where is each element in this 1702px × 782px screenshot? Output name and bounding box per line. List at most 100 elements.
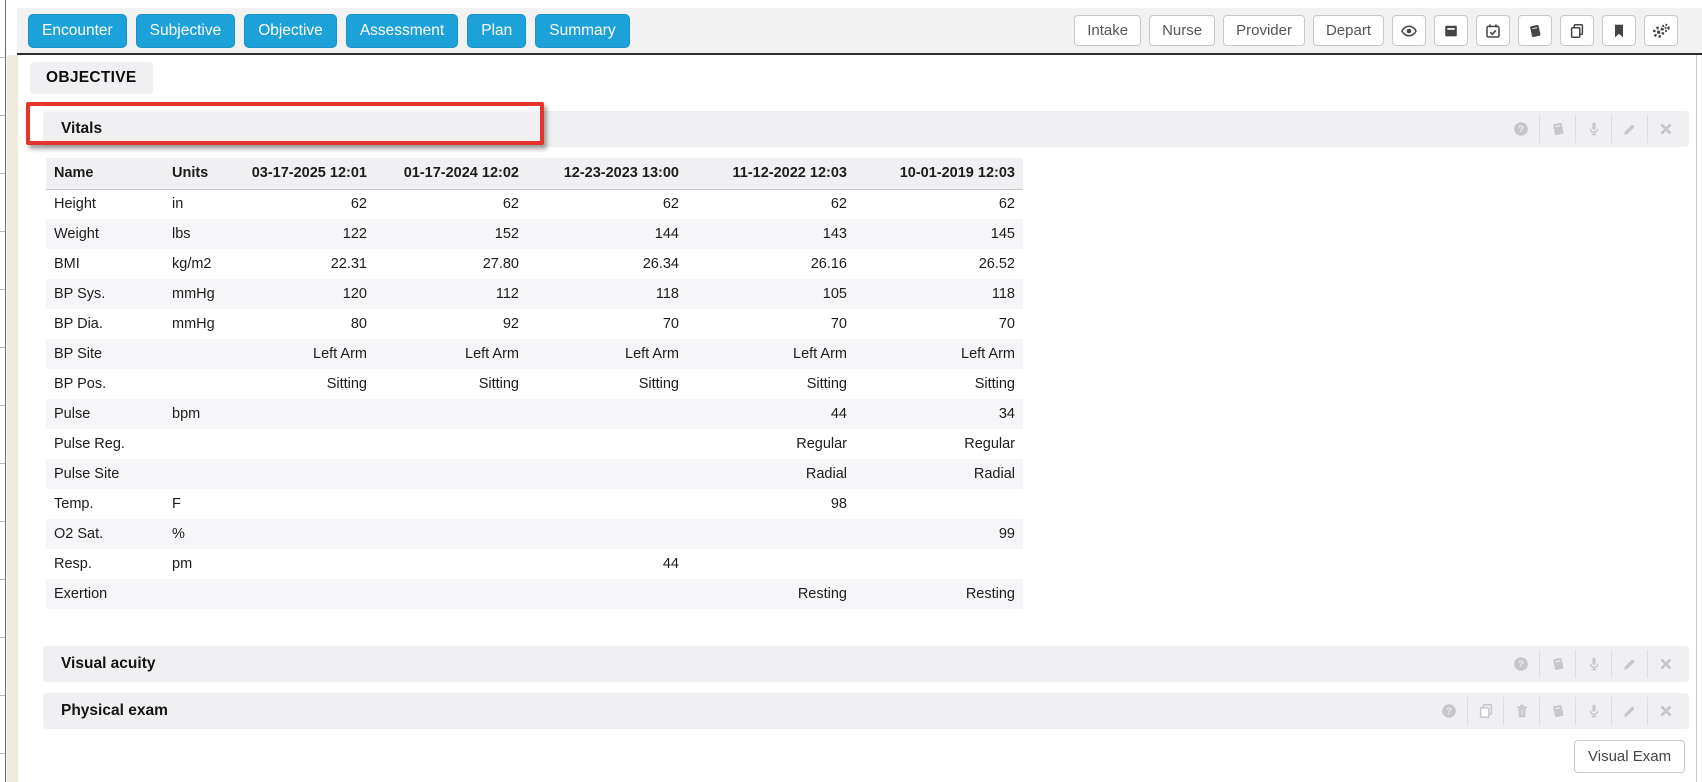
- vitals-row-bp-site: BP SiteLeft ArmLeft ArmLeft ArmLeft ArmL…: [46, 339, 1023, 369]
- book-icon[interactable]: [1539, 650, 1575, 678]
- vital-value: 118: [527, 279, 687, 309]
- vital-value: 62: [855, 189, 1023, 219]
- book-icon[interactable]: [1539, 697, 1575, 725]
- copy-icon[interactable]: [1467, 697, 1503, 725]
- vital-name: Pulse Site: [46, 459, 164, 489]
- svg-text:?: ?: [1446, 706, 1452, 717]
- copy-icon-button[interactable]: [1560, 15, 1594, 46]
- vitals-row-bmi: BMIkg/m222.3127.8026.3426.1626.52: [46, 249, 1023, 279]
- vital-value: [375, 489, 527, 519]
- pencil-icon[interactable]: [1611, 650, 1647, 678]
- column-header-10-01-2019-12-03: 10-01-2019 12:03: [855, 158, 1023, 189]
- copy-icon: [1569, 23, 1585, 39]
- vital-value: 92: [375, 309, 527, 339]
- vitals-section-header[interactable]: Vitals ?: [43, 111, 1689, 147]
- microphone-icon[interactable]: [1575, 650, 1611, 678]
- action-button-depart[interactable]: Depart: [1313, 15, 1384, 46]
- vital-value: 122: [248, 219, 375, 249]
- vital-value: 26.52: [855, 249, 1023, 279]
- vital-value: [375, 519, 527, 549]
- vitals-row-temp: Temp.F98: [46, 489, 1023, 519]
- help-icon[interactable]: ?: [1503, 650, 1539, 678]
- calendar-check-icon-button[interactable]: [1476, 15, 1510, 46]
- vital-value: [248, 519, 375, 549]
- vitals-header-icons: ?: [1503, 115, 1683, 143]
- objective-section-heading: OBJECTIVE: [30, 62, 153, 94]
- vital-value: Radial: [687, 459, 855, 489]
- vital-value: 145: [855, 219, 1023, 249]
- nav-button-subjective[interactable]: Subjective: [136, 14, 236, 48]
- vital-name: BP Sys.: [46, 279, 164, 309]
- column-header-12-23-2023-13-00: 12-23-2023 13:00: [527, 158, 687, 189]
- action-button-group: Intake Nurse Provider Depart: [1074, 15, 1384, 46]
- action-button-intake[interactable]: Intake: [1074, 15, 1141, 46]
- eye-icon: [1401, 23, 1417, 39]
- vital-name: Resp.: [46, 549, 164, 579]
- eye-icon-button[interactable]: [1392, 15, 1426, 46]
- vital-value: 70: [855, 309, 1023, 339]
- help-icon[interactable]: ?: [1503, 115, 1539, 143]
- vital-value: 62: [687, 189, 855, 219]
- vital-name: Pulse Reg.: [46, 429, 164, 459]
- trash-icon[interactable]: [1503, 697, 1539, 725]
- action-button-provider[interactable]: Provider: [1223, 15, 1305, 46]
- nav-button-objective[interactable]: Objective: [244, 14, 337, 48]
- nav-button-summary[interactable]: Summary: [535, 14, 629, 48]
- physical-exam-section-header[interactable]: Physical exam ?: [43, 693, 1689, 729]
- vital-value: Regular: [687, 429, 855, 459]
- visual-exam-button[interactable]: Visual Exam: [1574, 740, 1685, 773]
- help-icon[interactable]: ?: [1431, 697, 1467, 725]
- vital-value: [375, 579, 527, 609]
- vital-value: 70: [527, 309, 687, 339]
- vital-value: 62: [375, 189, 527, 219]
- physical-exam-title: Physical exam: [43, 702, 168, 720]
- vitals-row-bp-sys: BP Sys.mmHg120112118105118: [46, 279, 1023, 309]
- visual-acuity-header-icons: ?: [1503, 650, 1683, 678]
- microphone-icon[interactable]: [1575, 697, 1611, 725]
- vital-value: Resting: [687, 579, 855, 609]
- left-edge-panel: [0, 0, 6, 782]
- vital-value: [527, 489, 687, 519]
- vital-name: BMI: [46, 249, 164, 279]
- nav-button-assessment[interactable]: Assessment: [346, 14, 458, 48]
- vital-value: 120: [248, 279, 375, 309]
- vital-value: [248, 459, 375, 489]
- vital-value: 112: [375, 279, 527, 309]
- book-icon[interactable]: [1539, 115, 1575, 143]
- book-icon-button[interactable]: [1518, 15, 1552, 46]
- vital-name: Weight: [46, 219, 164, 249]
- vital-value: 26.34: [527, 249, 687, 279]
- vital-units: [164, 429, 248, 459]
- vital-value: [248, 579, 375, 609]
- vital-value: [375, 549, 527, 579]
- vital-units: mmHg: [164, 309, 248, 339]
- archive-icon-button[interactable]: [1434, 15, 1468, 46]
- microphone-icon[interactable]: [1575, 115, 1611, 143]
- nav-button-plan[interactable]: Plan: [467, 14, 526, 48]
- vital-value: [855, 549, 1023, 579]
- close-icon[interactable]: [1647, 650, 1683, 678]
- vital-value: Left Arm: [855, 339, 1023, 369]
- vital-name: Pulse: [46, 399, 164, 429]
- vital-value: [248, 549, 375, 579]
- vitals-row-pulse: Pulsebpm4434: [46, 399, 1023, 429]
- column-header-03-17-2025-12-01: 03-17-2025 12:01: [248, 158, 375, 189]
- vitals-row-height: Heightin6262626262: [46, 189, 1023, 219]
- action-button-nurse[interactable]: Nurse: [1149, 15, 1215, 46]
- vital-value: [527, 519, 687, 549]
- column-header-units: Units: [164, 158, 248, 189]
- vital-value: [687, 549, 855, 579]
- vital-value: 105: [687, 279, 855, 309]
- vital-value: 152: [375, 219, 527, 249]
- pencil-icon[interactable]: [1611, 697, 1647, 725]
- nav-button-encounter[interactable]: Encounter: [28, 14, 127, 48]
- bookmark-icon-button[interactable]: [1602, 15, 1636, 46]
- vital-units: in: [164, 189, 248, 219]
- vitals-row-exertion: ExertionRestingResting: [46, 579, 1023, 609]
- vital-value: 22.31: [248, 249, 375, 279]
- pencil-icon[interactable]: [1611, 115, 1647, 143]
- close-icon[interactable]: [1647, 697, 1683, 725]
- close-icon[interactable]: [1647, 115, 1683, 143]
- gear-icon-button[interactable]: [1644, 15, 1678, 46]
- visual-acuity-section-header[interactable]: Visual acuity ?: [43, 646, 1689, 682]
